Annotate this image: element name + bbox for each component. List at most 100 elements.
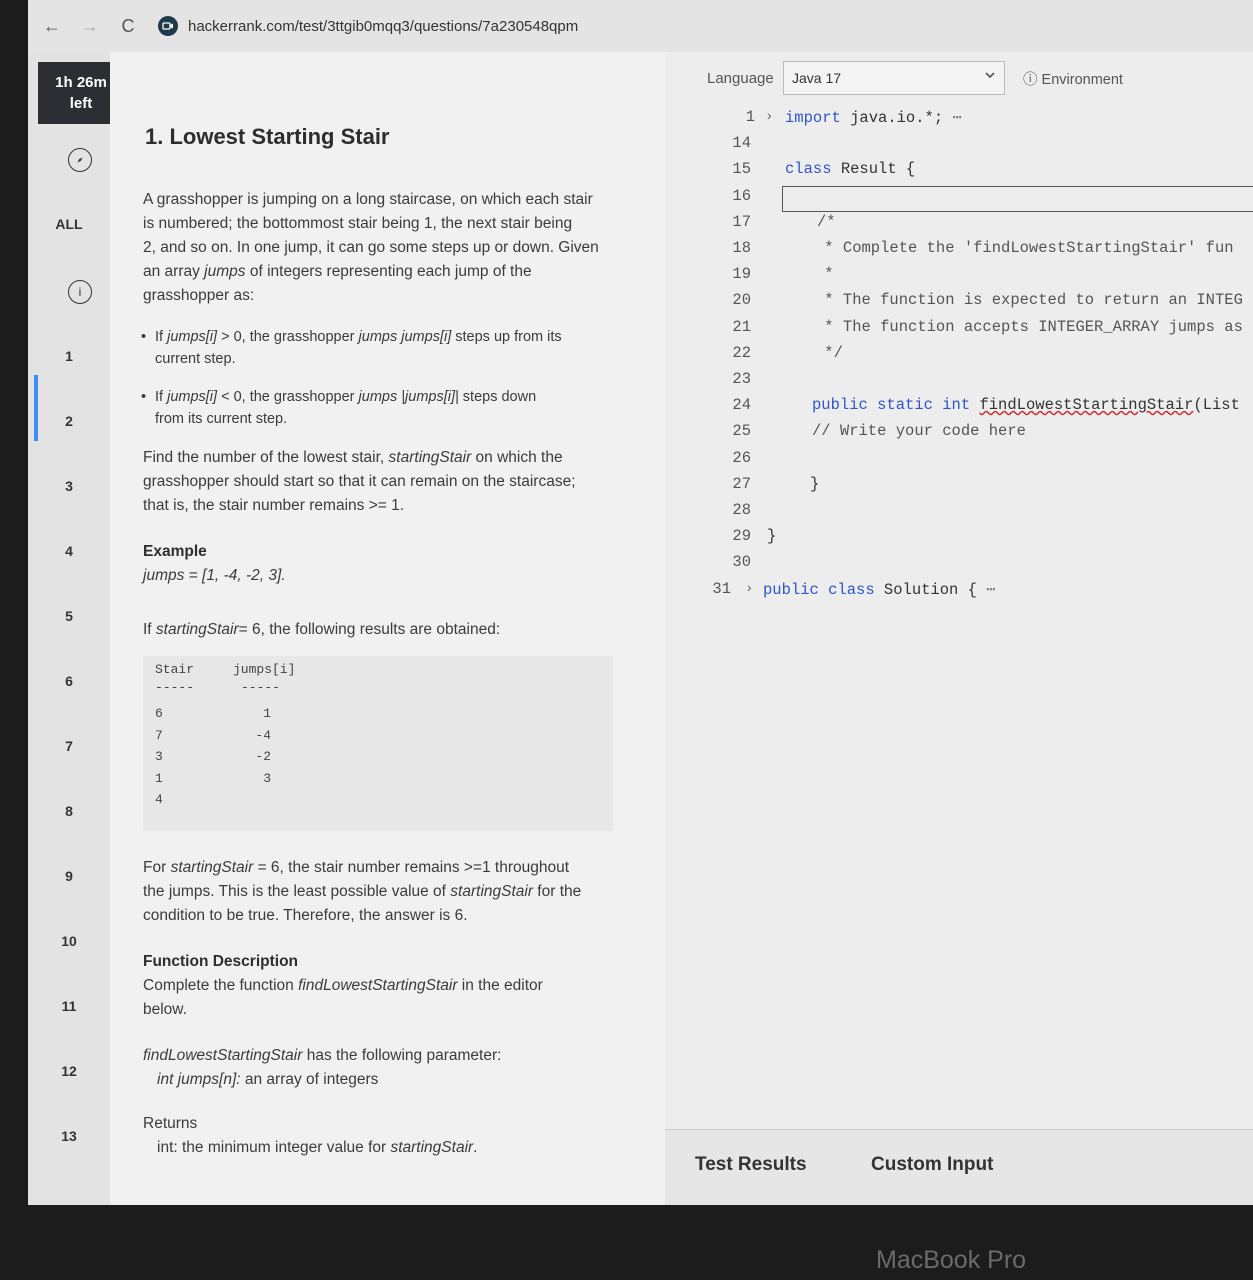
- code-text: import java.io.*; ⋯: [785, 109, 962, 127]
- sidebar-question-item[interactable]: 8: [28, 803, 110, 819]
- question-sidebar: 1h 26m left ALL i 1 2 3 4 5 6 7 8 9 10 11 12 13: [28, 52, 124, 1205]
- code-line[interactable]: 15 class Result {: [665, 160, 1253, 186]
- function-description-heading: Function Description: [143, 953, 298, 970]
- code-line[interactable]: 16: [665, 187, 1253, 213]
- code-line[interactable]: 14: [665, 134, 1253, 160]
- line-number: 1: [745, 108, 755, 126]
- fold-chevron-icon[interactable]: ›: [745, 581, 753, 597]
- line-number: 20: [732, 291, 751, 310]
- table-cell-stair: 6: [155, 706, 163, 721]
- fold-chevron-icon[interactable]: ›: [765, 109, 773, 125]
- function-description: Complete the function findLowestStarting…: [143, 974, 643, 1022]
- intro-line: an array jumps of integers representing …: [143, 263, 532, 280]
- table-cell-stair: 3: [155, 749, 163, 764]
- tab-test-results[interactable]: Test Results: [695, 1154, 807, 1176]
- code-editor-panel: Language Java 17 ⓘ Environment 1 › import …: [665, 52, 1253, 1205]
- sidebar-question-item[interactable]: 1: [28, 348, 110, 364]
- code-text: */: [815, 343, 843, 362]
- code-text: * The function accepts INTEGER_ARRAY jum…: [815, 317, 1243, 336]
- code-line[interactable]: 27}: [665, 475, 1253, 501]
- compass-icon[interactable]: [68, 148, 92, 172]
- sidebar-question-item[interactable]: 11: [28, 998, 110, 1014]
- sidebar-question-item[interactable]: 13: [28, 1128, 110, 1144]
- line-number: 24: [732, 396, 751, 415]
- address-bar[interactable]: hackerrank.com/test/3ttgib0mqq3/question…: [158, 16, 578, 36]
- bullet-line: If jumps[i] < 0, the grasshopper jumps |…: [155, 389, 537, 405]
- info-icon[interactable]: i: [68, 280, 92, 304]
- task-line: Find the number of the lowest stair, sta…: [143, 449, 563, 466]
- sidebar-question-item[interactable]: 7: [28, 738, 110, 754]
- code-text: }: [810, 474, 820, 493]
- intro-line: 2, and so on. In one jump, it can go som…: [143, 239, 599, 256]
- line-number: 15: [732, 160, 751, 179]
- code-text: class Result {: [785, 160, 916, 179]
- sidebar-question-item[interactable]: 6: [28, 673, 110, 689]
- table-cell-jump: -2: [255, 749, 271, 764]
- problem-task: Find the number of the lowest stair, sta…: [143, 446, 643, 518]
- sidebar-question-item[interactable]: 4: [28, 543, 110, 559]
- sidebar-question-item[interactable]: 3: [28, 478, 110, 494]
- sidebar-question-item[interactable]: 2: [28, 413, 110, 429]
- code-line[interactable]: 31 › public class Solution { ⋯: [665, 580, 1253, 606]
- line-number: 26: [732, 448, 751, 467]
- intro-line: is numbered; the bottommost stair being …: [143, 215, 573, 232]
- code-line[interactable]: 20 * The function is expected to return …: [665, 291, 1253, 317]
- parameter-line: int jumps[n]: an array of integers: [157, 1071, 379, 1088]
- table-cell-jump: 3: [263, 770, 271, 786]
- code-line[interactable]: 26: [665, 449, 1253, 475]
- back-icon[interactable]: ←: [38, 12, 66, 40]
- table-cell-jump: 1: [263, 706, 271, 721]
- language-select[interactable]: Java 17: [783, 61, 1005, 95]
- explanation-line: For startingStair = 6, the stair number …: [143, 859, 570, 876]
- sidebar-question-item[interactable]: 10: [28, 933, 110, 949]
- table-cell-stair: 4: [155, 792, 163, 807]
- task-line: grasshopper should start so that it can …: [143, 473, 576, 490]
- line-number: 25: [732, 422, 751, 441]
- code-text: public static int findLowestStartingStai…: [812, 396, 1240, 415]
- code-line[interactable]: 1 › import java.io.*; ⋯: [665, 108, 1253, 134]
- code-line[interactable]: 21 * The function accepts INTEGER_ARRAY …: [665, 318, 1253, 344]
- line-number: 23: [732, 370, 751, 388]
- code-text: /*: [817, 212, 836, 231]
- sidebar-question-item[interactable]: 9: [28, 868, 110, 884]
- code-line[interactable]: 24 public static int findLowestStartingSt…: [665, 396, 1253, 422]
- code-line[interactable]: 23: [665, 370, 1253, 396]
- intro-line: A grasshopper is jumping on a long stair…: [143, 191, 593, 208]
- problem-panel: 1. Lowest Starting Stair A grasshopper i…: [110, 52, 739, 1205]
- code-line[interactable]: 19 *: [665, 265, 1253, 291]
- tab-custom-input[interactable]: Custom Input: [871, 1154, 993, 1176]
- problem-intro: A grasshopper is jumping on a long stair…: [143, 188, 643, 308]
- bullet-line: from its current step.: [155, 411, 288, 427]
- code-line[interactable]: 28: [665, 501, 1253, 527]
- results-tabs: Test Results Custom Input: [665, 1129, 1253, 1205]
- table-cell-stair: 7: [155, 727, 163, 743]
- sidebar-question-item[interactable]: 5: [28, 608, 110, 624]
- forward-icon[interactable]: →: [76, 12, 104, 40]
- line-number: 18: [732, 239, 751, 257]
- code-text: * The function is expected to return an …: [815, 291, 1243, 310]
- example-intro: If startingStair= 6, the following resul…: [143, 621, 501, 638]
- code-text: // Write your code here: [812, 422, 1026, 441]
- code-line[interactable]: 30: [665, 553, 1253, 579]
- table-cell-jump: -4: [255, 727, 271, 743]
- code-line[interactable]: 25 // Write your code here: [665, 422, 1253, 448]
- explanation-line: condition to be true. Therefore, the ans…: [143, 907, 468, 924]
- table-separator: -----: [155, 680, 195, 695]
- task-line: that is, the stair number remains >= 1.: [143, 497, 405, 514]
- code-line[interactable]: 17 /*: [665, 213, 1253, 239]
- function-line: below.: [143, 1001, 187, 1018]
- line-number: 14: [732, 134, 751, 153]
- sidebar-item-all[interactable]: ALL: [28, 216, 110, 232]
- table-separator: -----: [241, 680, 281, 695]
- code-line[interactable]: 22 */: [665, 344, 1253, 370]
- code-line[interactable]: 18 * Complete the 'findLowestStartingSta…: [665, 239, 1253, 265]
- bullet-jump-down: If jumps[i] < 0, the grasshopper jumps |…: [141, 386, 625, 430]
- bullet-line: If jumps[i] > 0, the grasshopper jumps j…: [155, 329, 562, 345]
- code-line[interactable]: 29}: [665, 527, 1253, 553]
- environment-link[interactable]: ⓘ Environment: [1023, 68, 1123, 89]
- returns-heading: Returns: [143, 1115, 198, 1132]
- language-label: Language: [707, 70, 774, 87]
- sidebar-question-item[interactable]: 12: [28, 1063, 110, 1079]
- reload-icon[interactable]: C: [114, 12, 142, 40]
- code-text: }: [767, 527, 777, 546]
